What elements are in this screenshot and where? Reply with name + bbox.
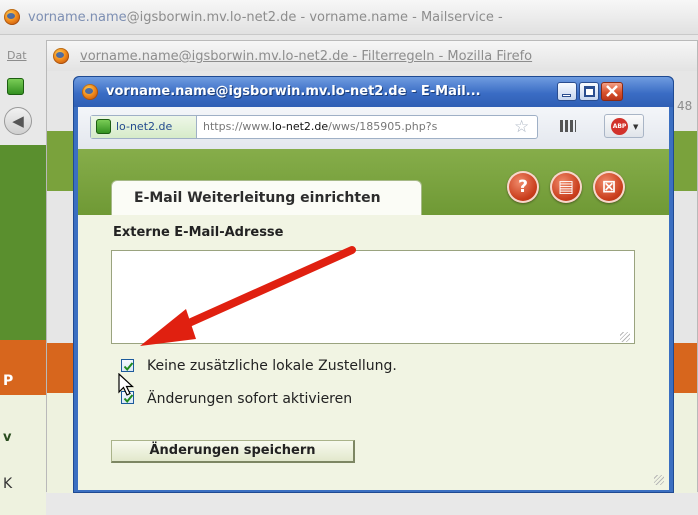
save-changes-button[interactable]: Änderungen speichern bbox=[111, 440, 355, 463]
email-textarea[interactable] bbox=[111, 250, 635, 344]
bookmark-star-icon[interactable]: ☆ bbox=[514, 117, 529, 137]
adblock-button[interactable]: ABP ▼ bbox=[604, 114, 644, 138]
maximize-icon bbox=[584, 86, 595, 97]
popup-window: vorname.name@igsborwin.mv.lo-net2.de - E… bbox=[73, 76, 674, 493]
resize-grip-icon bbox=[654, 475, 664, 485]
background-page-light bbox=[0, 395, 46, 515]
firefox-icon bbox=[82, 84, 98, 100]
middle-window-title: vorname.name@igsborwin.mv.lo-net2.de - F… bbox=[80, 49, 533, 64]
url-bar[interactable]: lo-net2.de https://www.lo-net2.de/wws/18… bbox=[90, 115, 538, 139]
minimize-button[interactable] bbox=[557, 82, 577, 101]
close-dialog-icon: ⊠ bbox=[601, 177, 617, 197]
url-text[interactable]: https://www.lo-net2.de/wws/185905.php?s bbox=[203, 120, 503, 133]
grid-view-icon[interactable] bbox=[560, 120, 576, 132]
site-identity-button[interactable]: lo-net2.de bbox=[91, 116, 197, 138]
middle-window-side-number: 48 bbox=[677, 99, 693, 113]
popup-content: E-Mail Weiterleitung einrichten ? ▤ ⊠ Ex… bbox=[78, 149, 669, 490]
back-button[interactable]: ◀ bbox=[4, 107, 32, 135]
close-dialog-button[interactable]: ⊠ bbox=[593, 171, 625, 203]
no-local-delivery-checkbox[interactable] bbox=[121, 359, 134, 372]
no-local-delivery-label: Keine zusätzliche lokale Zustellung. bbox=[147, 358, 397, 374]
middle-window-titlebar[interactable]: vorname.name@igsborwin.mv.lo-net2.de - F… bbox=[47, 41, 697, 71]
site-favicon bbox=[96, 119, 111, 134]
firefox-icon bbox=[4, 9, 20, 25]
print-button[interactable]: ▤ bbox=[550, 171, 582, 203]
help-icon: ? bbox=[518, 177, 528, 197]
adblock-icon: ABP bbox=[611, 118, 628, 135]
field-label: Externe E-Mail-Adresse bbox=[113, 225, 284, 240]
back-window-menu-fragment[interactable]: Dat bbox=[7, 49, 27, 62]
mouse-cursor-icon bbox=[118, 373, 135, 396]
activate-immediately-label: Änderungen sofort aktivieren bbox=[147, 391, 353, 407]
close-icon bbox=[606, 85, 618, 97]
help-button[interactable]: ? bbox=[507, 171, 539, 203]
rss-icon bbox=[7, 78, 24, 95]
dialog-tab-title: E-Mail Weiterleitung einrichten bbox=[134, 190, 381, 206]
background-page-label-k: K bbox=[3, 476, 13, 492]
popup-titlebar[interactable]: vorname.name@igsborwin.mv.lo-net2.de - E… bbox=[74, 77, 673, 107]
minimize-icon bbox=[562, 94, 571, 97]
firefox-icon bbox=[53, 48, 69, 64]
popup-navbar: lo-net2.de https://www.lo-net2.de/wws/18… bbox=[78, 107, 669, 150]
maximize-button[interactable] bbox=[579, 82, 599, 101]
back-window-title: vorname.name@igsborwin.mv.lo-net2.de - v… bbox=[28, 10, 503, 25]
dialog-tab: E-Mail Weiterleitung einrichten bbox=[111, 180, 422, 215]
print-icon: ▤ bbox=[557, 177, 575, 197]
dropdown-arrow-icon: ▼ bbox=[633, 123, 639, 131]
site-identity-label: lo-net2.de bbox=[116, 120, 173, 133]
close-window-button[interactable] bbox=[601, 82, 623, 101]
background-page-label-v: v bbox=[3, 430, 12, 445]
background-page-label-p: P bbox=[3, 373, 14, 389]
checkmark-icon bbox=[123, 362, 134, 372]
resize-grip-icon bbox=[620, 332, 630, 342]
back-arrow-icon: ◀ bbox=[12, 112, 24, 130]
back-window-titlebar[interactable]: vorname.name@igsborwin.mv.lo-net2.de - v… bbox=[0, 0, 698, 35]
popup-title: vorname.name@igsborwin.mv.lo-net2.de - E… bbox=[106, 84, 481, 99]
